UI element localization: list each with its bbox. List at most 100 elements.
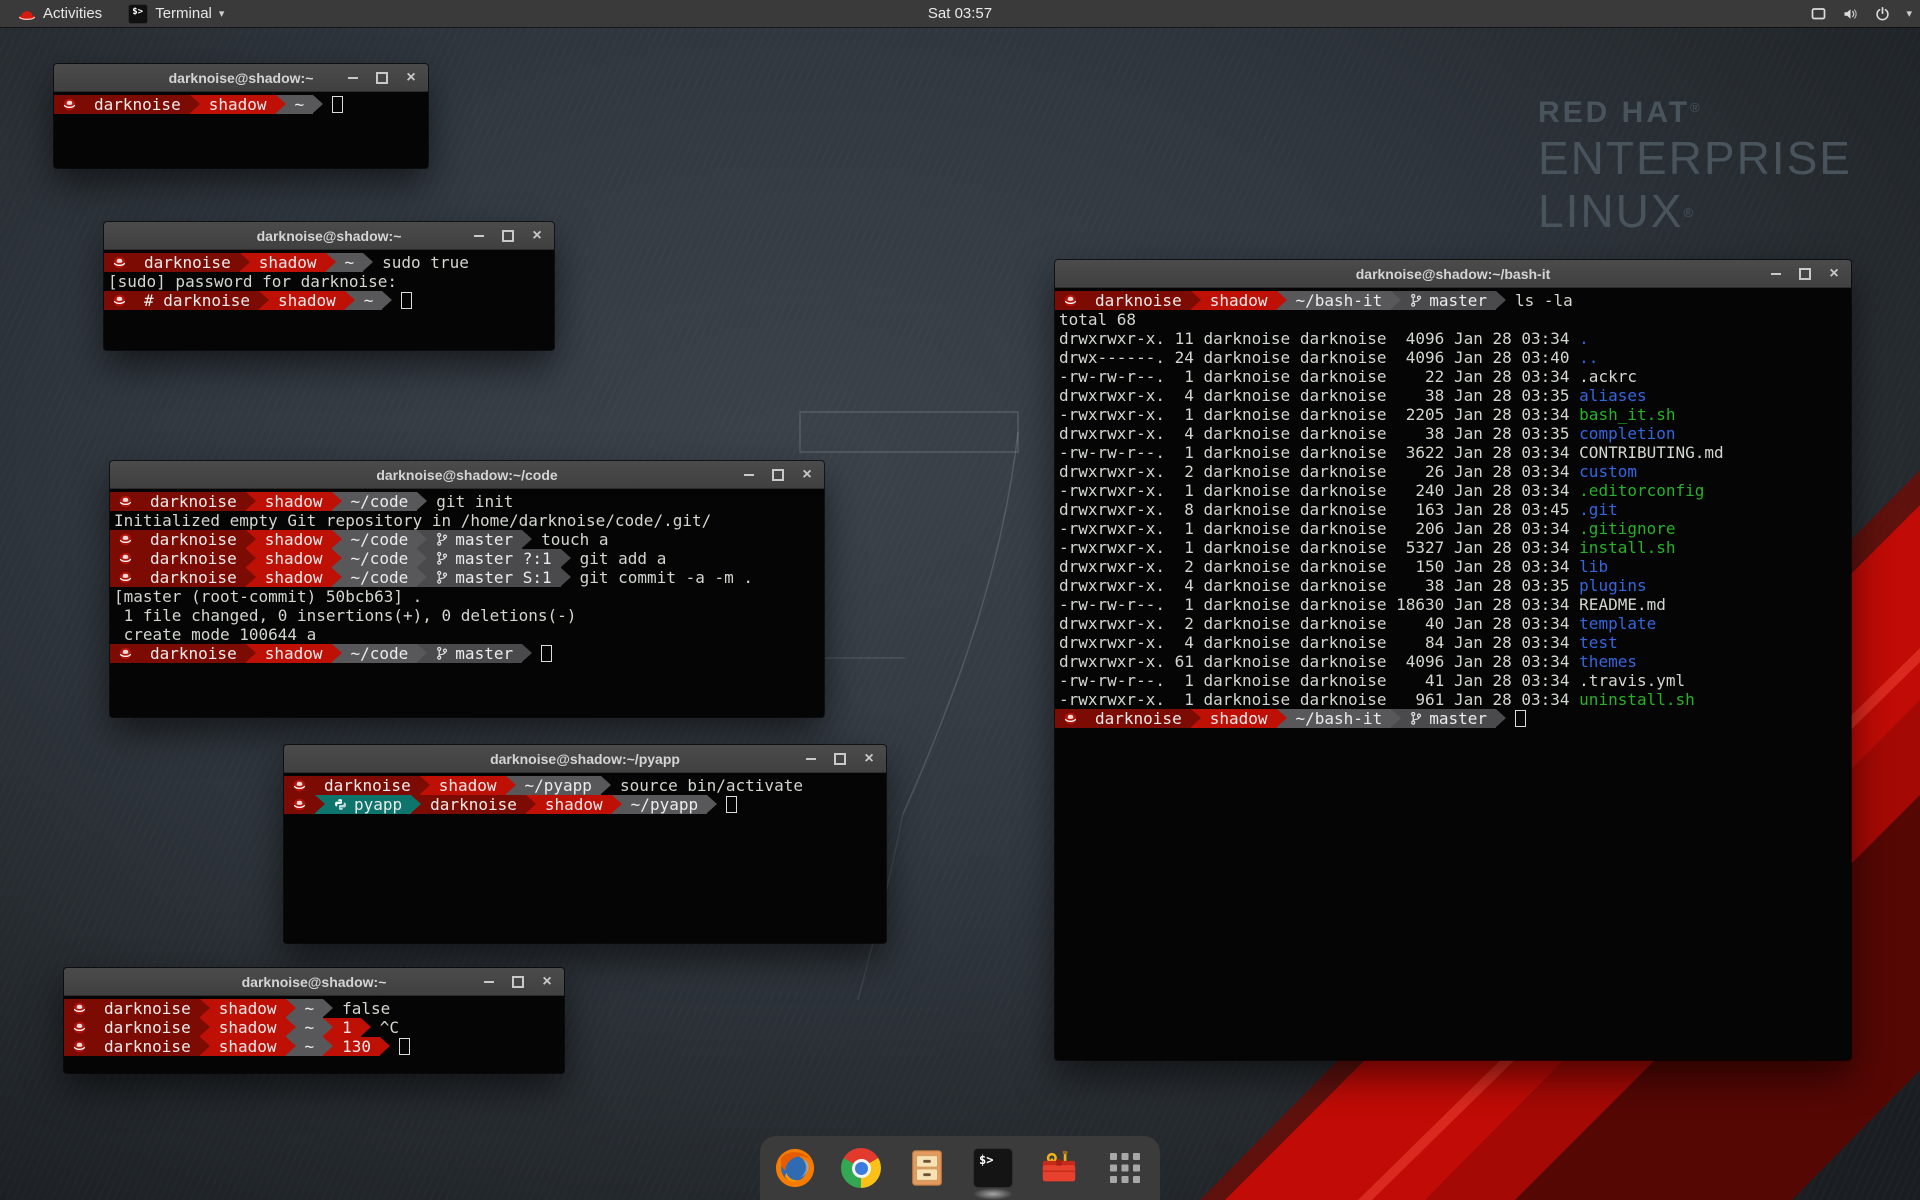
terminal-content[interactable]: darknoiseshadow~sudo true[sudo] password… — [104, 250, 554, 350]
powerline-separator-icon — [246, 530, 256, 549]
prompt-segment-distro — [64, 1018, 95, 1037]
ls-output-line: -rwxrwxr-x. 1 darknoise darknoise 5327 J… — [1055, 538, 1851, 557]
terminal-content[interactable]: darknoiseshadow~ — [54, 92, 428, 168]
prompt-segment-host: shadow — [210, 1037, 286, 1056]
close-button[interactable]: × — [530, 229, 544, 243]
file-name: CONTRIBUTING.md — [1579, 443, 1724, 462]
minimize-button[interactable] — [346, 71, 360, 85]
ls-fields: -rw-rw-r--. 1 darknoise darknoise 18630 … — [1059, 595, 1579, 614]
window-titlebar[interactable]: darknoise@shadow:~ × — [54, 64, 428, 92]
powerline-separator-icon — [200, 1037, 210, 1056]
maximize-button[interactable] — [501, 229, 515, 243]
minimize-button[interactable] — [472, 229, 486, 243]
app-menu-caret-icon: ▾ — [219, 7, 225, 20]
output-text: [master (root-commit) 50bcb63] . — [114, 587, 422, 606]
segment-label: darknoise — [150, 549, 237, 568]
redhat-icon — [119, 495, 132, 508]
app-grid-icon[interactable] — [1103, 1146, 1147, 1190]
status-menu-caret-icon: ▾ — [1906, 7, 1912, 20]
close-button[interactable]: × — [800, 468, 814, 482]
minimize-button[interactable] — [742, 468, 756, 482]
file-name: install.sh — [1579, 538, 1675, 557]
close-button[interactable]: × — [540, 975, 554, 989]
command-text: git add a — [580, 549, 667, 568]
prompt-segment-path: ~/code — [342, 492, 418, 511]
rhel-wallpaper-logo: RED HAT® ENTERPRISE LINUX® — [1538, 98, 1852, 234]
window-titlebar[interactable]: darknoise@shadow:~/bash-it × — [1055, 260, 1851, 288]
segment-label: master — [1429, 709, 1487, 728]
segment-label: pyapp — [354, 795, 402, 814]
close-button[interactable]: × — [1827, 267, 1841, 281]
minimize-button[interactable] — [1769, 267, 1783, 281]
segment-label: darknoise — [94, 95, 181, 114]
branch-icon — [436, 551, 448, 566]
segment-label: shadow — [278, 291, 336, 310]
terminal-content[interactable]: darknoiseshadow~/codegit initInitialized… — [110, 489, 824, 717]
firefox-icon[interactable] — [773, 1146, 817, 1190]
prompt-segment-host: shadow — [210, 999, 286, 1018]
terminal-icon[interactable]: $> — [971, 1146, 1015, 1190]
terminal-content[interactable]: darknoiseshadow~/pyappsource bin/activat… — [284, 773, 886, 943]
output-text: total 68 — [1059, 310, 1136, 329]
prompt-segment-path: ~/bash-it — [1287, 291, 1392, 310]
terminal-content[interactable]: darknoiseshadow~falsedarknoiseshadow~1^C… — [64, 996, 564, 1073]
toolbox-icon[interactable] — [1037, 1146, 1081, 1190]
maximize-button[interactable] — [375, 71, 389, 85]
window-titlebar[interactable]: darknoise@shadow:~/code × — [110, 461, 824, 489]
prompt-segment-distro — [110, 530, 141, 549]
powerline-separator-icon — [332, 530, 342, 549]
segment-label: ~/code — [351, 644, 409, 663]
prompt-segment-exit-code: 130 — [333, 1037, 380, 1056]
prompt-segment-host: shadow — [256, 568, 332, 587]
powerline-separator-icon — [411, 795, 421, 814]
prompt-segment-venv: pyapp — [325, 795, 411, 814]
segment-label: darknoise — [104, 1037, 191, 1056]
prompt-segment-distro — [1055, 709, 1086, 728]
ls-fields: drwxrwxr-x. 2 darknoise darknoise 40 Jan… — [1059, 614, 1579, 633]
powerline-separator-icon — [246, 644, 256, 663]
prompt-segment-distro — [110, 644, 141, 663]
prompt-segment-path: ~ — [296, 999, 324, 1018]
activities-label: Activities — [43, 5, 102, 22]
chrome-icon[interactable] — [839, 1146, 883, 1190]
branch-icon — [436, 646, 448, 661]
minimize-button[interactable] — [482, 975, 496, 989]
segment-label: ~ — [305, 999, 315, 1018]
system-status-area[interactable]: ▾ — [1810, 0, 1912, 27]
close-button[interactable]: × — [862, 752, 876, 766]
close-button[interactable]: × — [404, 71, 418, 85]
ls-fields: drwxrwxr-x. 4 darknoise darknoise 38 Jan… — [1059, 576, 1579, 595]
powerline-separator-icon — [200, 1018, 210, 1037]
redhat-icon — [293, 779, 306, 792]
window-titlebar[interactable]: darknoise@shadow:~ × — [64, 968, 564, 996]
activities-button[interactable]: Activities — [8, 0, 112, 27]
powerline-separator-icon — [246, 492, 256, 511]
prompt-segment-distro — [110, 549, 141, 568]
minimize-button[interactable] — [804, 752, 818, 766]
prompt-segment-root-user: # darknoise — [135, 291, 259, 310]
segment-label: shadow — [1210, 709, 1268, 728]
window-titlebar[interactable]: darknoise@shadow:~/pyapp × — [284, 745, 886, 773]
gnome-top-bar: Activities $> Terminal ▾ Sat 03:57 ▾ — [0, 0, 1920, 27]
ls-output-line: drwxrwxr-x. 2 darknoise darknoise 150 Ja… — [1055, 557, 1851, 576]
files-icon[interactable] — [905, 1146, 949, 1190]
redhat-icon — [119, 533, 132, 546]
powerline-separator-icon — [332, 568, 342, 587]
prompt-segment-distro — [104, 291, 135, 310]
prompt-segment-user: darknoise — [141, 644, 246, 663]
maximize-button[interactable] — [771, 468, 785, 482]
maximize-button[interactable] — [1798, 267, 1812, 281]
output-text: 1 file changed, 0 insertions(+), 0 delet… — [114, 606, 576, 625]
clock[interactable]: Sat 03:57 — [928, 5, 992, 22]
segment-label: darknoise — [1095, 291, 1182, 310]
powerline-separator-icon — [561, 568, 571, 587]
terminal-app-icon: $> — [128, 4, 148, 24]
terminal-cursor — [1515, 710, 1526, 727]
maximize-button[interactable] — [511, 975, 525, 989]
maximize-button[interactable] — [833, 752, 847, 766]
app-menu-terminal[interactable]: $> Terminal ▾ — [118, 0, 234, 27]
file-name: custom — [1579, 462, 1637, 481]
terminal-content[interactable]: darknoiseshadow~/bash-itmasterls -latota… — [1055, 288, 1851, 1060]
prompt-segment-git-branch: master — [1401, 291, 1496, 310]
window-titlebar[interactable]: darknoise@shadow:~ × — [104, 222, 554, 250]
